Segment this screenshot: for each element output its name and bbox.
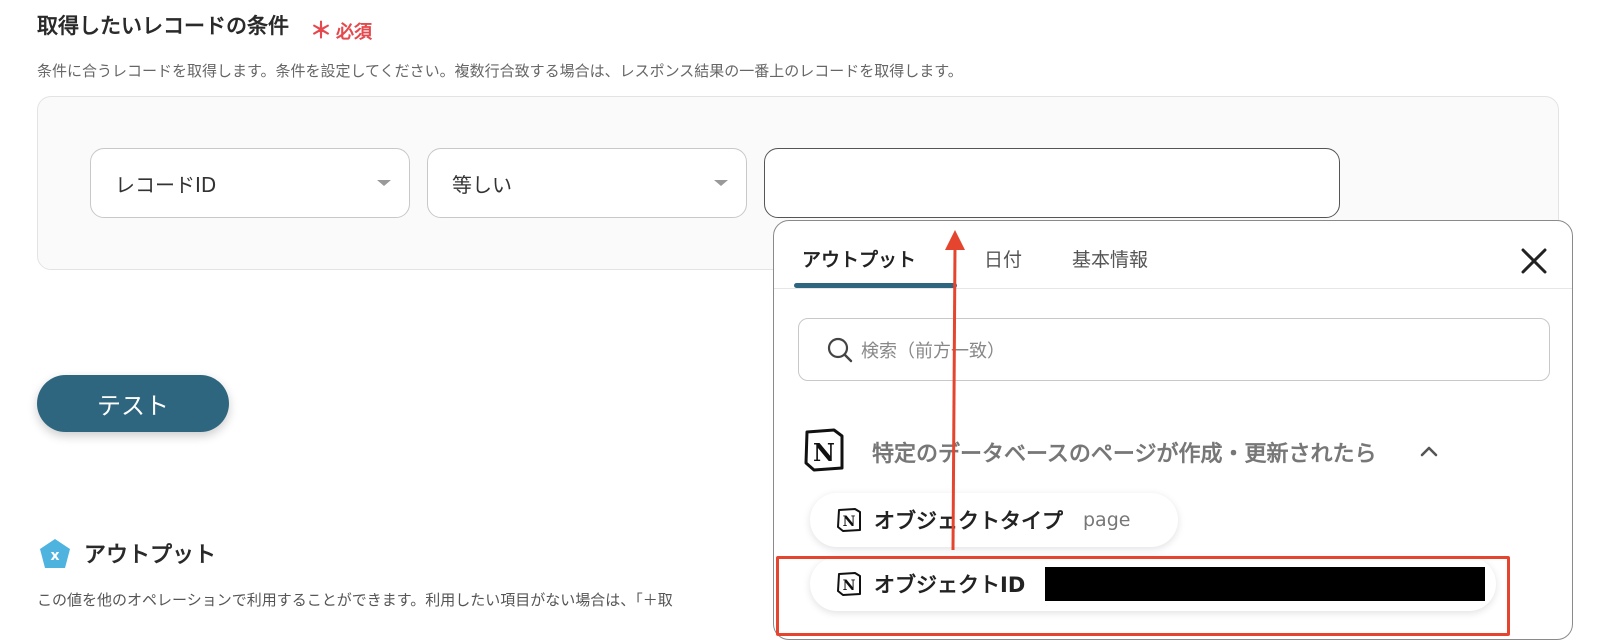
notion-logo-icon: N <box>837 508 861 532</box>
item-name: オブジェクトタイプ <box>874 509 1063 533</box>
tab-date[interactable]: 日付 <box>984 245 1022 272</box>
output-title: アウトプット <box>84 543 217 568</box>
tabs-divider <box>774 288 1572 289</box>
output-description: この値を他のオペレーションで利用することができます。利用したい項目がない場合は、… <box>37 591 673 609</box>
tab-output[interactable]: アウトプット <box>802 245 916 272</box>
field-select[interactable]: レコードID <box>90 148 410 218</box>
item-value: page <box>1083 509 1131 531</box>
value-input[interactable] <box>764 148 1340 218</box>
required-badge: ＊必須 <box>310 13 372 45</box>
operator-select-value: 等しい <box>452 172 512 197</box>
search-box[interactable] <box>798 318 1550 381</box>
test-button[interactable]: テスト <box>37 375 229 432</box>
notion-logo-icon: N <box>804 428 844 472</box>
chevron-up-icon[interactable] <box>1419 441 1439 461</box>
pentagon-x-icon: x <box>40 539 70 568</box>
required-star: ＊ <box>310 19 333 44</box>
svg-text:x: x <box>50 548 59 564</box>
group-header[interactable]: N 特定のデータベースのページが作成・更新されたら <box>802 427 1542 477</box>
search-icon <box>827 337 853 363</box>
field-select-value: レコードID <box>115 172 217 197</box>
output-item-object-type[interactable]: N オブジェクトタイプ page <box>810 493 1178 547</box>
required-label: 必須 <box>336 22 373 43</box>
caret-down-icon <box>377 180 391 186</box>
section-description: 条件に合うレコードを取得します。条件を設定してください。複数行合致する場合は、レ… <box>37 62 963 80</box>
svg-text:N: N <box>813 438 835 467</box>
svg-text:N: N <box>843 514 856 530</box>
section-title: 取得したいレコードの条件 <box>37 14 289 38</box>
search-input[interactable] <box>859 333 1523 369</box>
caret-down-icon <box>714 180 728 186</box>
tab-basic-info[interactable]: 基本情報 <box>1072 245 1148 272</box>
highlight-annotation <box>776 556 1510 636</box>
close-icon[interactable] <box>1518 245 1550 277</box>
operator-select[interactable]: 等しい <box>427 148 747 218</box>
group-label: 特定のデータベースのページが作成・更新されたら <box>872 442 1377 467</box>
